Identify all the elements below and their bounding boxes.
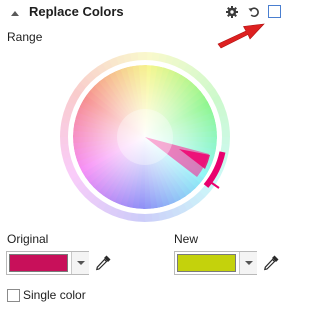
eyedropper-icon[interactable] bbox=[94, 254, 112, 272]
new-dropdown-button[interactable] bbox=[239, 252, 257, 274]
new-color-combo bbox=[174, 251, 257, 275]
chevron-down-icon bbox=[77, 261, 85, 265]
gear-icon[interactable] bbox=[224, 4, 240, 20]
replace-colors-panel: Replace Colors Range Original New Single… bbox=[0, 0, 292, 314]
eyedropper-icon[interactable] bbox=[262, 254, 280, 272]
chevron-down-icon bbox=[245, 261, 253, 265]
original-dropdown-button[interactable] bbox=[71, 252, 89, 274]
new-color-swatch[interactable] bbox=[177, 254, 236, 272]
range-label: Range bbox=[7, 30, 43, 44]
enable-checkbox[interactable] bbox=[268, 5, 281, 18]
panel-title: Replace Colors bbox=[29, 4, 124, 19]
annotation-arrow-icon bbox=[217, 23, 265, 49]
collapse-triangle-icon[interactable] bbox=[8, 6, 22, 20]
color-range-wheel[interactable] bbox=[59, 51, 231, 223]
original-color-swatch[interactable] bbox=[9, 254, 68, 272]
original-label: Original bbox=[7, 232, 49, 246]
new-label: New bbox=[174, 232, 199, 246]
single-color-label: Single color bbox=[23, 288, 86, 302]
original-color-combo bbox=[6, 251, 89, 275]
single-color-checkbox[interactable] bbox=[7, 289, 20, 302]
reset-icon[interactable] bbox=[246, 4, 262, 20]
